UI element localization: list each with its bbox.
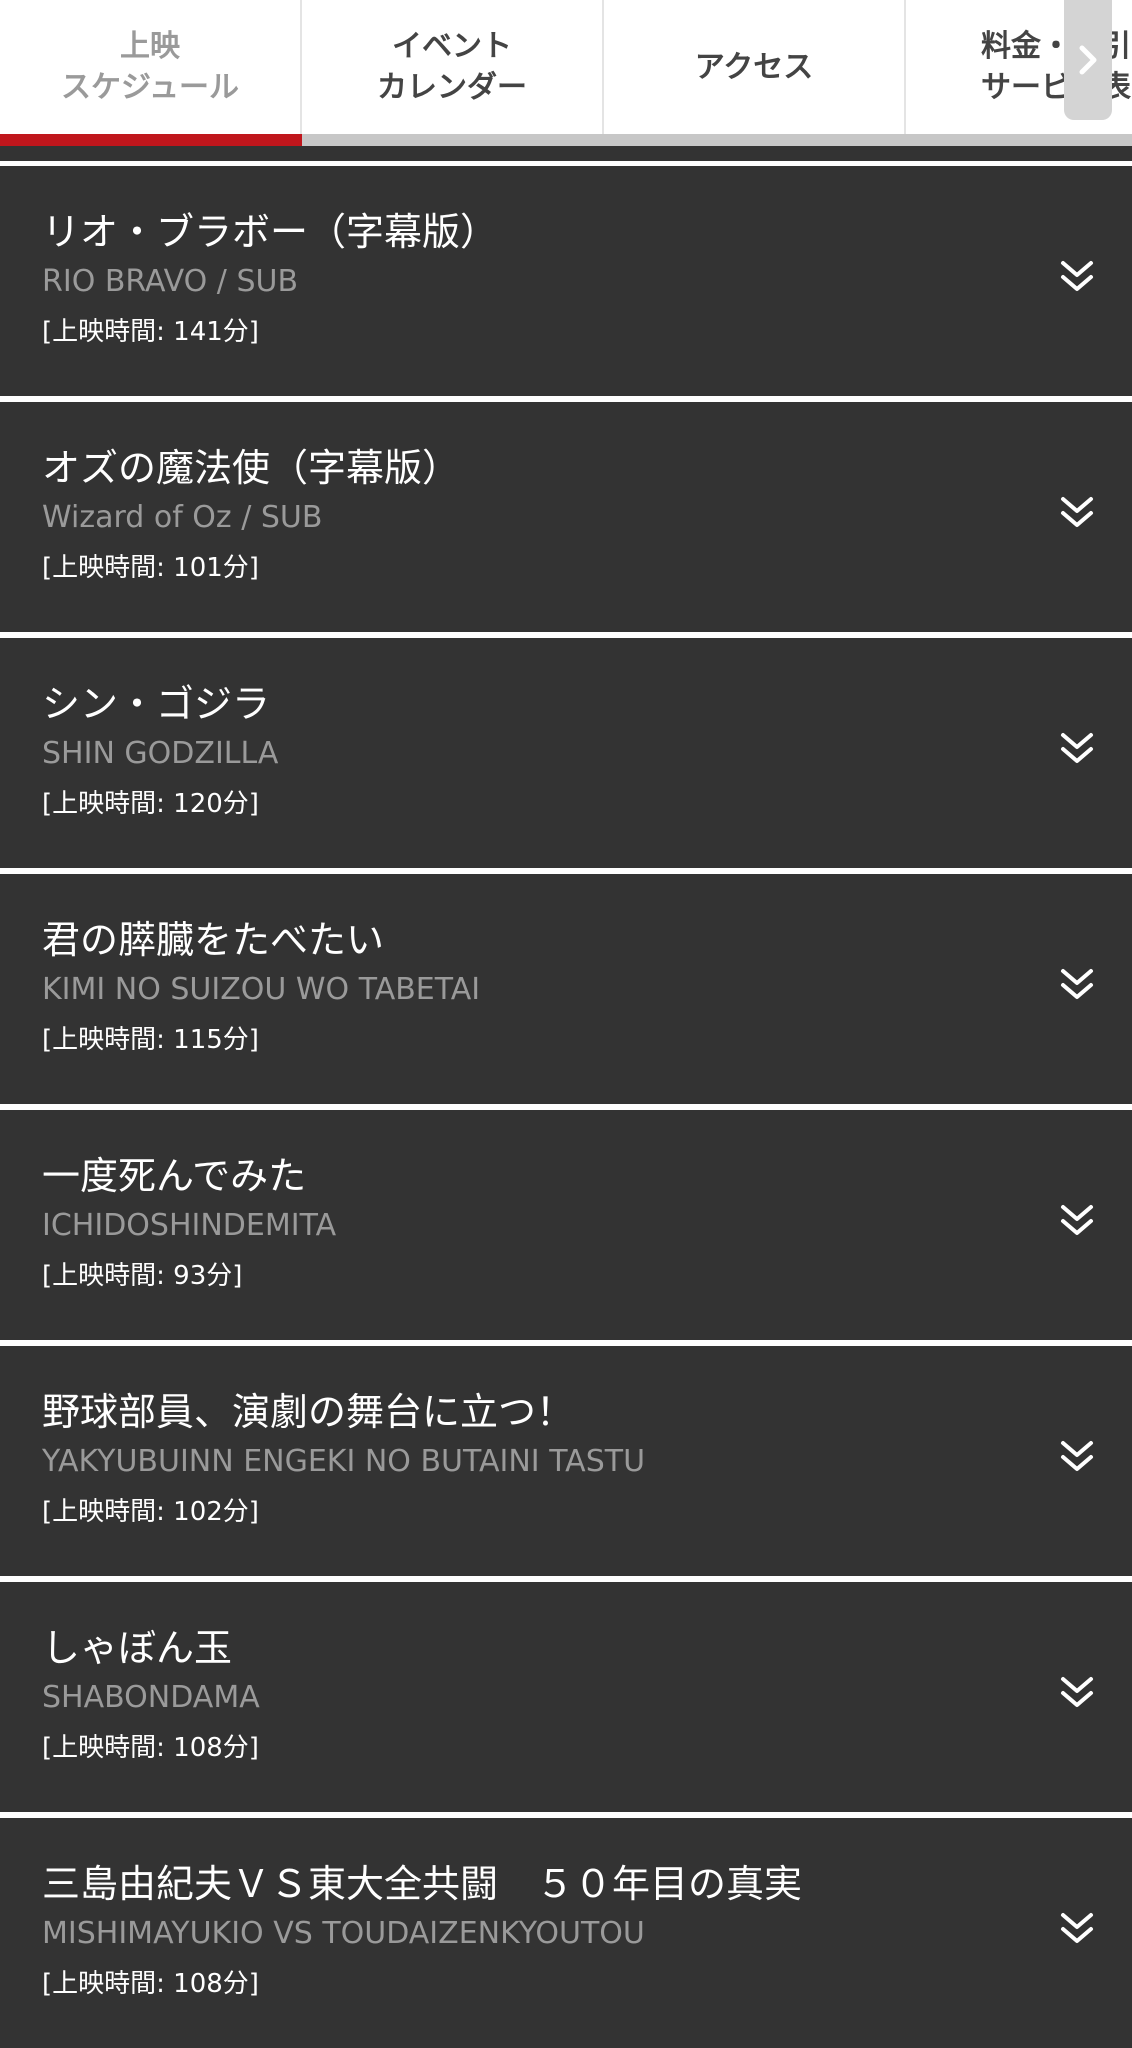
movie-item[interactable]: リオ・ブラボー（字幕版） RIO BRAVO / SUB [上映時間: 141分… bbox=[0, 166, 1132, 396]
movie-item[interactable]: 野球部員、演劇の舞台に立つ！ YAKYUBUINN ENGEKI NO BUTA… bbox=[0, 1346, 1132, 1576]
movie-runtime: [上映時間: 141分] bbox=[42, 317, 259, 347]
movie-runtime: [上映時間: 93分] bbox=[42, 1261, 243, 1291]
movie-runtime: [上映時間: 108分] bbox=[42, 1733, 259, 1763]
movie-subtitle: RIO BRAVO / SUB bbox=[42, 264, 299, 299]
double-chevron-down-icon[interactable] bbox=[1054, 1434, 1100, 1480]
movie-runtime: [上映時間: 102分] bbox=[42, 1497, 259, 1527]
movie-title: 三島由紀夫ＶＳ東大全共闘 ５０年目の真実 bbox=[42, 1862, 803, 1906]
movie-title: 一度死んでみた bbox=[42, 1154, 307, 1198]
tab-underline bbox=[0, 134, 1132, 146]
tab-list: 上映 スケジュール イベント カレンダー アクセス 料金・割引 サービス表 bbox=[0, 0, 1132, 134]
tab-schedule[interactable]: 上映 スケジュール bbox=[0, 0, 302, 134]
chevron-right-icon bbox=[1079, 45, 1097, 75]
movie-runtime: [上映時間: 101分] bbox=[42, 553, 259, 583]
movie-title: しゃぼん玉 bbox=[42, 1626, 233, 1670]
double-chevron-down-icon[interactable] bbox=[1054, 1198, 1100, 1244]
movie-subtitle: MISHIMAYUKIO VS TOUDAIZENKYOUTOU bbox=[42, 1916, 645, 1951]
movie-subtitle: ICHIDOSHINDEMITA bbox=[42, 1208, 337, 1243]
movie-title: オズの魔法使（字幕版） bbox=[42, 446, 461, 490]
movie-subtitle: YAKYUBUINN ENGEKI NO BUTAINI TASTU bbox=[42, 1444, 646, 1479]
movie-subtitle: SHABONDAMA bbox=[42, 1680, 260, 1715]
movie-subtitle: KIMI NO SUIZOU WO TABETAI bbox=[42, 972, 481, 1007]
movie-runtime: [上映時間: 108分] bbox=[42, 1969, 259, 1999]
movie-item[interactable]: シン・ゴジラ SHIN GODZILLA [上映時間: 120分] bbox=[0, 638, 1132, 868]
tab-label: アクセス bbox=[695, 47, 814, 88]
double-chevron-down-icon[interactable] bbox=[1054, 1906, 1100, 1952]
tab-bar: 上映 スケジュール イベント カレンダー アクセス 料金・割引 サービス表 bbox=[0, 0, 1132, 146]
movie-item[interactable]: 三島由紀夫ＶＳ東大全共闘 ５０年目の真実 MISHIMAYUKIO VS TOU… bbox=[0, 1818, 1132, 2048]
tab-scroll-right-button[interactable] bbox=[1064, 0, 1112, 120]
movie-item[interactable]: しゃぼん玉 SHABONDAMA [上映時間: 108分] bbox=[0, 1582, 1132, 1812]
movie-item[interactable]: オズの魔法使（字幕版） Wizard of Oz / SUB [上映時間: 10… bbox=[0, 402, 1132, 632]
movie-subtitle: Wizard of Oz / SUB bbox=[42, 500, 323, 535]
movie-title: リオ・ブラボー（字幕版） bbox=[42, 210, 499, 254]
tab-label: イベント カレンダー bbox=[377, 26, 527, 108]
double-chevron-down-icon[interactable] bbox=[1054, 1670, 1100, 1716]
double-chevron-down-icon[interactable] bbox=[1054, 490, 1100, 536]
movie-title: 野球部員、演劇の舞台に立つ！ bbox=[42, 1390, 575, 1434]
tab-label-line2: スケジュール bbox=[61, 70, 239, 105]
double-chevron-down-icon[interactable] bbox=[1054, 726, 1100, 772]
movie-list: リオ・ブラボー（字幕版） RIO BRAVO / SUB [上映時間: 141分… bbox=[0, 146, 1132, 2048]
tab-label-line2: カレンダー bbox=[377, 70, 527, 105]
movie-subtitle: SHIN GODZILLA bbox=[42, 736, 279, 771]
tab-label-line1: アクセス bbox=[694, 49, 814, 85]
movie-title: 君の膵臓をたべたい bbox=[42, 918, 385, 962]
list-top-strip bbox=[0, 146, 1132, 161]
tab-event-calendar[interactable]: イベント カレンダー bbox=[302, 0, 604, 134]
double-chevron-down-icon[interactable] bbox=[1054, 962, 1100, 1008]
movie-runtime: [上映時間: 120分] bbox=[42, 789, 259, 819]
active-tab-indicator bbox=[0, 134, 302, 146]
double-chevron-down-icon[interactable] bbox=[1054, 254, 1100, 300]
movie-runtime: [上映時間: 115分] bbox=[42, 1025, 259, 1055]
tab-label: 上映 スケジュール bbox=[61, 26, 239, 108]
movie-title: シン・ゴジラ bbox=[42, 682, 271, 726]
tab-label-line1: 上映 bbox=[120, 29, 180, 64]
tab-label-line1: イベント bbox=[392, 29, 512, 64]
tab-access[interactable]: アクセス bbox=[604, 0, 906, 134]
movie-item[interactable]: 君の膵臓をたべたい KIMI NO SUIZOU WO TABETAI [上映時… bbox=[0, 874, 1132, 1104]
movie-item[interactable]: 一度死んでみた ICHIDOSHINDEMITA [上映時間: 93分] bbox=[0, 1110, 1132, 1340]
